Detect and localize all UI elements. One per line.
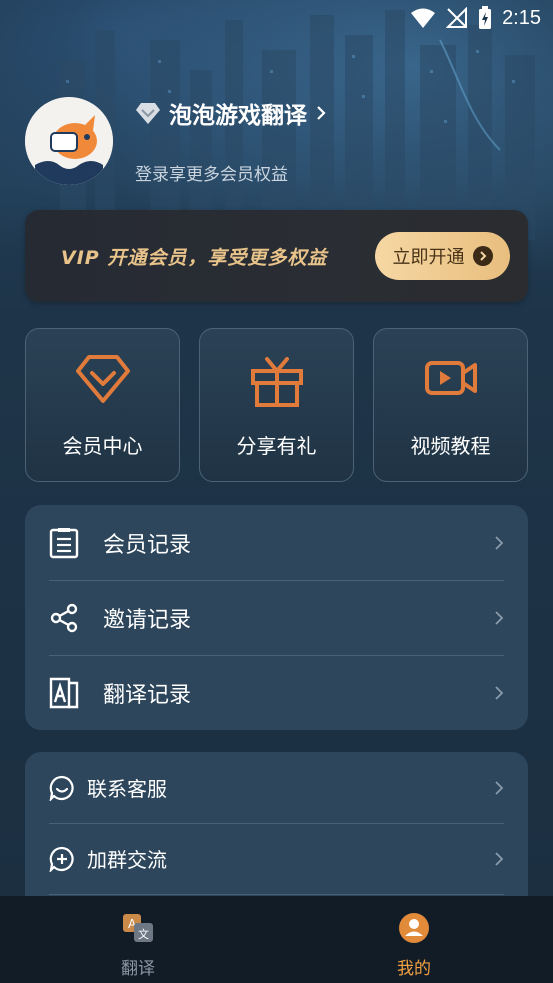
- translate-a-icon: [49, 677, 79, 709]
- translate-icon: A 文: [123, 914, 153, 942]
- vip-banner-text: VIP 开通会员，享受更多权益: [61, 247, 328, 269]
- add-group-icon: [49, 846, 75, 872]
- feature-label: 会员中心: [62, 434, 143, 458]
- divider: [49, 894, 504, 895]
- row-join-group[interactable]: 加群交流: [25, 823, 528, 894]
- avatar[interactable]: [25, 97, 113, 185]
- row-label: 联系客服: [87, 777, 167, 801]
- clipboard-icon: [49, 527, 79, 559]
- diamond-badge-icon: [136, 103, 160, 124]
- wifi-icon: [411, 8, 436, 28]
- chevron-right-icon: [317, 106, 326, 120]
- share-icon: [49, 603, 79, 633]
- feature-member-center[interactable]: 会员中心: [25, 328, 180, 482]
- mascot-avatar-icon: [25, 97, 113, 185]
- open-vip-button[interactable]: 立即开通: [375, 232, 510, 280]
- status-bar: 2:15: [0, 0, 553, 38]
- video-icon: [424, 361, 477, 395]
- row-contact-support[interactable]: 联系客服: [25, 752, 528, 823]
- chevron-right-icon: [495, 685, 504, 700]
- feature-label: 视频教程: [410, 434, 491, 458]
- diamond-icon: [75, 355, 130, 403]
- app-name-row[interactable]: 泡泡游戏翻译: [135, 97, 327, 129]
- profile-icon: [399, 913, 429, 943]
- feature-share-gift[interactable]: 分享有礼: [199, 328, 354, 482]
- chevron-right-icon: [495, 780, 504, 795]
- records-panel: 会员记录 邀请记录 翻译记录: [25, 505, 528, 730]
- feature-video-tutorial[interactable]: 视频教程: [373, 328, 528, 482]
- row-label: 会员记录: [103, 532, 192, 558]
- row-label: 邀请记录: [103, 607, 192, 633]
- row-member-records[interactable]: 会员记录: [25, 505, 528, 580]
- gift-icon: [250, 357, 303, 407]
- status-time: 2:15: [502, 6, 541, 29]
- nav-label: 翻译: [121, 959, 155, 979]
- vip-banner[interactable]: VIP 开通会员，享受更多权益 立即开通: [25, 210, 528, 302]
- chevron-right-icon: [495, 610, 504, 625]
- nav-profile[interactable]: 我的: [374, 912, 454, 979]
- row-label: 加群交流: [87, 848, 167, 872]
- no-signal-icon: [446, 7, 468, 28]
- chevron-right-icon: [495, 535, 504, 550]
- login-subtitle[interactable]: 登录享更多会员权益: [135, 160, 288, 185]
- battery-charging-icon: [479, 6, 492, 29]
- bottom-nav: A 文 翻译 我的: [0, 896, 553, 983]
- row-label: 翻译记录: [103, 682, 192, 708]
- chevron-right-icon: [495, 851, 504, 866]
- nav-label: 我的: [397, 959, 431, 979]
- open-vip-button-label: 立即开通: [392, 247, 465, 268]
- arrow-right-circle-icon: [472, 246, 493, 266]
- feature-label: 分享有礼: [236, 434, 317, 458]
- services-panel: 联系客服 加群交流: [25, 752, 528, 912]
- row-translate-records[interactable]: 翻译记录: [25, 655, 528, 730]
- row-invite-records[interactable]: 邀请记录: [25, 580, 528, 655]
- app-name: 泡泡游戏翻译: [169, 103, 307, 129]
- svg-text:文: 文: [138, 927, 149, 941]
- chat-icon: [49, 775, 75, 801]
- nav-translate[interactable]: A 文 翻译: [98, 912, 178, 979]
